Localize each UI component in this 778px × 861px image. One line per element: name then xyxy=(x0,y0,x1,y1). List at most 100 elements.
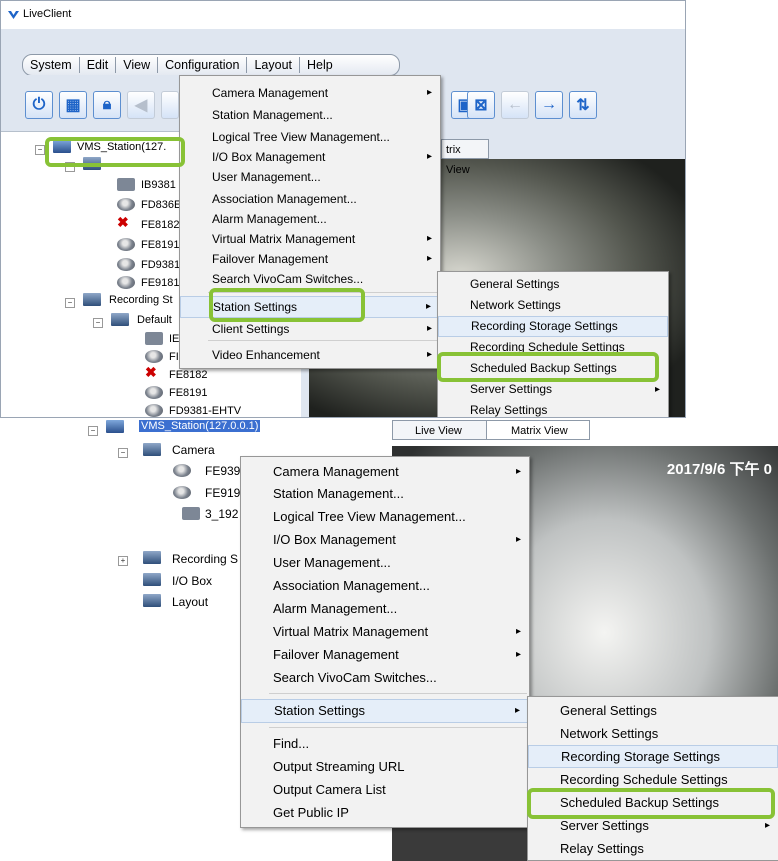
menu-item-association[interactable]: Association Management... xyxy=(180,188,440,210)
submenu-general-settings[interactable]: General Settings xyxy=(438,274,668,295)
folder-icon xyxy=(143,443,161,456)
tree-camera[interactable]: FE8182 xyxy=(141,219,180,231)
tree-camera[interactable]: FE939 xyxy=(205,464,240,478)
collapse-icon[interactable]: − xyxy=(35,145,45,155)
station-settings-submenu: General Settings Network Settings Record… xyxy=(437,271,669,417)
collapse-icon[interactable]: − xyxy=(118,448,128,458)
tree-recording[interactable]: Recording St xyxy=(109,294,173,306)
tree-camera[interactable]: FD9381 xyxy=(141,259,180,271)
tree-camera[interactable]: 3_192 xyxy=(205,507,238,521)
collapse-icon[interactable]: − xyxy=(93,318,103,328)
tree-default[interactable]: Default xyxy=(137,314,172,326)
tree-camera[interactable]: IB9381 xyxy=(141,179,176,191)
menu-configuration[interactable]: Configuration xyxy=(158,57,248,73)
menu-item-logical-tree[interactable]: Logical Tree View Management... xyxy=(180,126,440,148)
collapse-icon[interactable]: − xyxy=(88,426,98,436)
tree-camera[interactable]: FE919 xyxy=(205,486,240,500)
arrow-left-icon: ← xyxy=(507,96,523,113)
station-settings-submenu: General Settings Network Settings Record… xyxy=(527,696,778,861)
submenu-general-settings[interactable]: General Settings xyxy=(528,699,778,722)
menu-item-search-switches[interactable]: Search VivoCam Switches... xyxy=(241,667,529,689)
tree-camera[interactable]: FE8191 xyxy=(169,387,208,399)
lock-button[interactable]: 🔒︎ xyxy=(93,91,121,119)
fisheye-camera-icon xyxy=(145,404,163,417)
tree-camera[interactable]: FE8191 xyxy=(141,239,180,251)
tab-matrix-view[interactable]: Matrix View xyxy=(486,420,590,440)
menu-layout[interactable]: Layout xyxy=(247,57,300,73)
power-button[interactable]: ⏻ xyxy=(25,91,53,119)
menu-item-io-box[interactable]: I/O Box Management xyxy=(180,146,440,168)
station-context-menu: Camera Management Station Management... … xyxy=(240,456,530,828)
tree-layout[interactable]: Layout xyxy=(172,595,208,609)
fisheye-camera-icon xyxy=(145,386,163,399)
menu-item-search-switches[interactable]: Search VivoCam Switches... xyxy=(180,268,440,290)
menu-view[interactable]: View xyxy=(116,57,159,73)
submenu-recording-storage[interactable]: Recording Storage Settings xyxy=(438,316,668,337)
video-timestamp: 2017/9/6 下午 0 xyxy=(666,461,772,478)
camera-icon xyxy=(145,332,163,345)
submenu-network-settings[interactable]: Network Settings xyxy=(528,722,778,745)
forward-button[interactable]: → xyxy=(535,91,563,119)
menu-item-station-settings[interactable]: Station Settings xyxy=(241,699,529,723)
menu-item-find[interactable]: Find... xyxy=(241,733,529,755)
tree-camera[interactable]: FE9181 xyxy=(141,277,180,289)
menu-item-failover[interactable]: Failover Management xyxy=(241,644,529,666)
tree-camera[interactable]: IE xyxy=(169,333,179,345)
menu-item-virtual-matrix[interactable]: Virtual Matrix Management xyxy=(241,621,529,643)
tree-station[interactable]: VMS_Station(127.0.0.1) xyxy=(139,420,261,432)
collapse-icon[interactable]: − xyxy=(65,298,75,308)
menu-item-camera-management[interactable]: Camera Management xyxy=(180,82,440,104)
switch-icon: ⇅ xyxy=(576,97,590,114)
expand-icon[interactable]: + xyxy=(118,556,128,566)
menu-item-failover[interactable]: Failover Management xyxy=(180,248,440,270)
menu-item-station-management[interactable]: Station Management... xyxy=(180,104,440,126)
tree-camera[interactable]: FD836E xyxy=(141,199,181,211)
window-title: LiveClient xyxy=(23,8,72,20)
app-logo-icon xyxy=(8,11,19,19)
menu-item-station-management[interactable]: Station Management... xyxy=(241,483,529,505)
lock-icon: 🔒︎ xyxy=(102,96,112,113)
submenu-recording-storage[interactable]: Recording Storage Settings xyxy=(528,745,778,768)
title-bar: LiveClient xyxy=(1,1,685,29)
menu-item-logical-tree[interactable]: Logical Tree View Management... xyxy=(241,506,529,528)
tree-camera[interactable]: FI xyxy=(169,351,179,363)
menu-item-output-camera-list[interactable]: Output Camera List xyxy=(241,779,529,801)
menu-item-association[interactable]: Association Management... xyxy=(241,575,529,597)
menu-item-io-box[interactable]: I/O Box Management xyxy=(241,529,529,551)
tree-camera[interactable]: FE8182 xyxy=(169,369,208,381)
fisheye-camera-icon xyxy=(117,238,135,251)
tab-matrix-view[interactable]: trix View xyxy=(441,139,489,176)
submenu-network-settings[interactable]: Network Settings xyxy=(438,295,668,316)
menu-item-virtual-matrix[interactable]: Virtual Matrix Management xyxy=(180,228,440,250)
switch-button[interactable]: ⇅ xyxy=(569,91,597,119)
menu-item-video-enhancement[interactable]: Video Enhancement xyxy=(180,344,440,366)
tree-io-box[interactable]: I/O Box xyxy=(172,574,212,588)
menu-help[interactable]: Help xyxy=(300,57,340,73)
disabled-button[interactable] xyxy=(161,91,179,119)
audio-button[interactable]: ◀ xyxy=(127,91,155,119)
menu-item-alarm[interactable]: Alarm Management... xyxy=(241,598,529,620)
view-tabs: Live View Matrix View xyxy=(392,418,778,444)
tree-recording[interactable]: Recording S xyxy=(172,552,238,566)
back-button[interactable]: ← xyxy=(501,91,529,119)
fisheye-camera-icon xyxy=(117,276,135,289)
menu-item-camera-management[interactable]: Camera Management xyxy=(241,461,529,483)
export-button[interactable]: ▦ xyxy=(59,91,87,119)
menu-system[interactable]: System xyxy=(23,57,80,73)
menu-item-user-management[interactable]: User Management... xyxy=(241,552,529,574)
menu-item-alarm[interactable]: Alarm Management... xyxy=(180,208,440,230)
tree-camera-folder[interactable]: Camera xyxy=(172,443,215,457)
menu-item-get-public-ip[interactable]: Get Public IP xyxy=(241,802,529,824)
menu-item-output-streaming-url[interactable]: Output Streaming URL xyxy=(241,756,529,778)
submenu-server-settings[interactable]: Server Settings xyxy=(438,379,668,400)
highlight-scheduled-backup xyxy=(437,352,659,382)
fullscreen-icon: ⊠ xyxy=(474,97,488,114)
tab-live-view[interactable]: Live View xyxy=(392,420,487,440)
fullscreen-button[interactable]: ⊠ xyxy=(467,91,495,119)
menu-item-user-management[interactable]: User Management... xyxy=(180,166,440,188)
submenu-relay-settings[interactable]: Relay Settings xyxy=(438,400,668,417)
tree-camera[interactable]: FD9381-EHTV xyxy=(169,405,241,417)
submenu-relay-settings[interactable]: Relay Settings xyxy=(528,837,778,860)
folder-icon xyxy=(143,551,161,564)
menu-edit[interactable]: Edit xyxy=(80,57,117,73)
